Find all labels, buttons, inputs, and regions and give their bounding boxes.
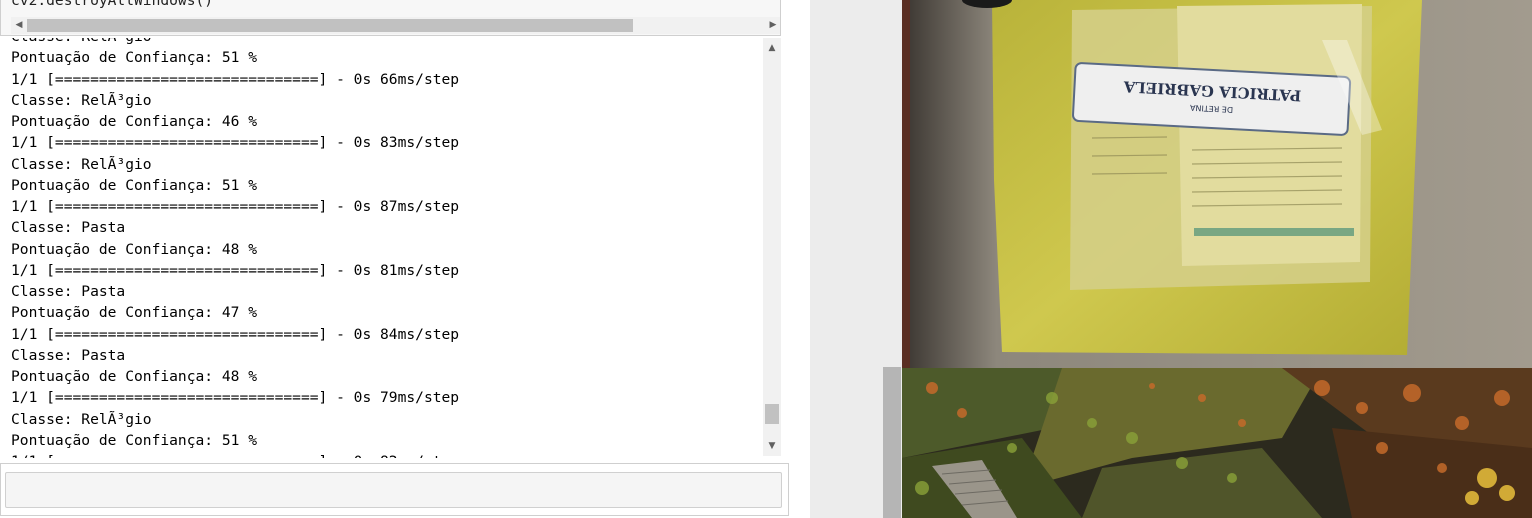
code-line: cv2.destroyAllWindows() — [11, 0, 214, 9]
page-scroll-thumb[interactable] — [883, 367, 901, 518]
page-gutter — [810, 0, 902, 518]
code-cell[interactable]: cv2.destroyAllWindows() ◀ ▶ — [0, 0, 781, 36]
output-line: Pontuação de Confiança: 46 % — [11, 113, 258, 130]
output-line: 1/1 [==============================] - 0… — [11, 451, 459, 458]
output-line: Pontuação de Confiança: 51 % — [11, 49, 258, 67]
output-line: Classe: RelÃ³gio — [11, 38, 459, 47]
output-vertical-scrollbar[interactable]: ▲ ▼ — [763, 38, 781, 456]
horizontal-scrollbar[interactable]: ◀ ▶ — [11, 17, 780, 34]
output-text: Classe: RelÃ³gio Pontuação de Confiança: … — [11, 38, 459, 458]
output-line: Classe: RelÃ³gio — [11, 155, 152, 173]
image-panel: PATRICIA GABRIELA DE RETINA — [902, 0, 1532, 518]
output-line: 1/1 [==============================] - 0… — [11, 198, 460, 215]
arrow-right-icon[interactable]: ▶ — [765, 17, 780, 34]
output-line: Pontuação de Confiança: 48 % — [11, 240, 258, 258]
output-line: Classe: Pasta — [11, 346, 126, 364]
output-line: Pontuação de Confiança: 48 % — [11, 368, 258, 385]
cell-output: Classe: RelÃ³gio Pontuação de Confiança: … — [0, 38, 781, 458]
output-line: 1/1 [==============================] - 0… — [11, 261, 460, 279]
arrow-up-icon[interactable]: ▲ — [763, 40, 781, 56]
output-line: 1/1 [==============================] - 0… — [11, 389, 460, 407]
output-line: Classe: Pasta — [11, 283, 126, 300]
output-line: Pontuação de Confiança: 51 % — [11, 176, 258, 194]
output-line: Classe: RelÃ³gio — [11, 410, 152, 428]
stdin-input[interactable] — [5, 472, 782, 508]
output-line: 1/1 [==============================] - 0… — [11, 325, 460, 343]
output-line: Pontuação de Confiança: 47 % — [11, 304, 258, 322]
input-cell — [0, 463, 789, 516]
vertical-scroll-thumb[interactable] — [765, 404, 779, 424]
arrow-down-icon[interactable]: ▼ — [763, 438, 781, 454]
output-line: Classe: RelÃ³gio — [11, 91, 152, 109]
webcam-frame: PATRICIA GABRIELA DE RETINA — [902, 0, 1532, 368]
output-line: Classe: Pasta — [11, 219, 126, 237]
arrow-left-icon[interactable]: ◀ — [11, 17, 27, 34]
notebook-panel: cv2.destroyAllWindows() ◀ ▶ Classe: RelÃ… — [0, 0, 810, 518]
output-line: 1/1 [==============================] - 0… — [11, 134, 460, 152]
horizontal-scroll-thumb[interactable] — [27, 19, 633, 32]
output-line: 1/1 [==============================] - 0… — [11, 70, 460, 88]
output-line: Pontuação de Confiança: 51 % — [11, 431, 258, 449]
desktop-wallpaper — [902, 368, 1532, 518]
